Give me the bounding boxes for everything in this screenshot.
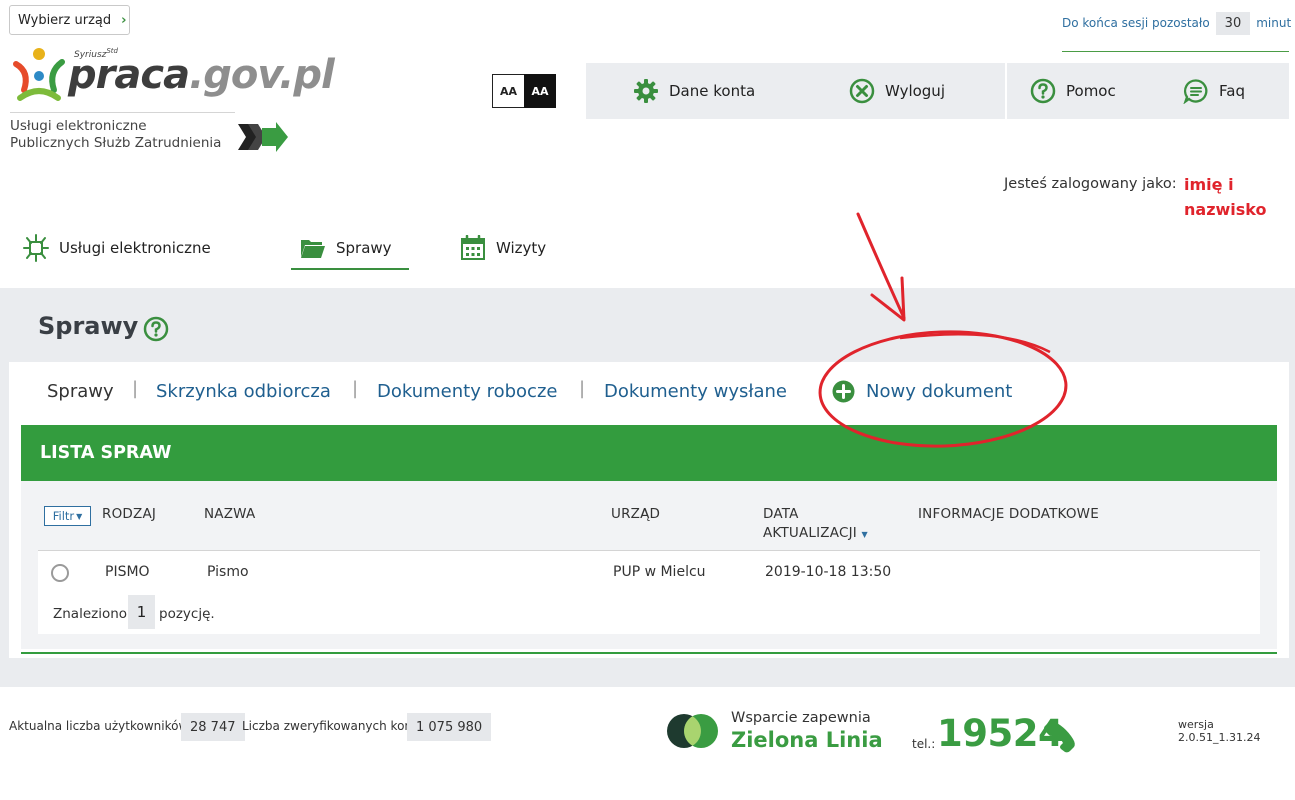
- filter-button[interactable]: Filtr ▼: [44, 506, 91, 526]
- account-menu-separator: [1005, 63, 1007, 119]
- nav-visits-label: Wizyty: [496, 239, 547, 257]
- table-header-divider: [38, 550, 1260, 551]
- logged-in-user-name: imię i nazwisko: [1184, 175, 1267, 219]
- app-version: wersja 2.0.51_1.31.24: [1178, 718, 1261, 744]
- support-label: Wsparcie zapewnia: [731, 710, 871, 726]
- cell-update-date: 2019-10-18 13:50: [765, 564, 892, 580]
- column-header-additional-info[interactable]: INFORMACJE DODATKOWE: [918, 505, 1099, 524]
- panel-bottom-border: [21, 652, 1277, 654]
- subnav-separator: |: [579, 378, 586, 399]
- column-header-office[interactable]: URZĄD: [611, 505, 660, 524]
- select-office-label: Wybierz urząd: [18, 12, 112, 28]
- new-document-label: Nowy dokument: [866, 380, 1013, 402]
- filter-label: Filtr: [52, 509, 75, 523]
- verified-count-value: 1 075 980: [407, 713, 492, 741]
- row-select-radio[interactable]: [51, 564, 69, 582]
- column-header-update-date[interactable]: DATA AKTUALIZACJI ▼: [763, 505, 868, 544]
- cell-name[interactable]: Pismo: [207, 564, 249, 580]
- session-unit: minut: [1256, 16, 1292, 30]
- plus-circle-icon: [832, 380, 855, 402]
- cell-type: PISMO: [105, 564, 150, 580]
- session-minutes: 30: [1215, 11, 1251, 35]
- found-suffix: pozycję.: [159, 606, 215, 622]
- found-count: 1: [128, 595, 155, 629]
- users-count-label: Aktualna liczba użytkowników:: [9, 719, 192, 733]
- help-icon: [1030, 78, 1056, 104]
- contrast-normal-button[interactable]: AA: [492, 74, 525, 108]
- new-document-button[interactable]: Nowy dokument: [832, 378, 1012, 404]
- contrast-high-button[interactable]: AA: [524, 74, 556, 108]
- help-label: Pomoc: [1066, 82, 1116, 100]
- subnav-cases[interactable]: Sprawy: [47, 378, 114, 404]
- cases-list-header: LISTA SPRAW: [21, 425, 1277, 481]
- nav-services-label: Usługi elektroniczne: [59, 239, 211, 257]
- faq-button[interactable]: Faq: [1183, 63, 1245, 119]
- nav-item-cases[interactable]: Sprawy: [300, 232, 392, 264]
- subnav-inbox[interactable]: Skrzynka odbiorcza: [156, 378, 331, 404]
- nav-active-indicator: [291, 268, 409, 270]
- folder-icon: [301, 240, 325, 258]
- sort-desc-icon: ▼: [861, 530, 868, 539]
- services-icon: [23, 234, 49, 262]
- subnav-drafts[interactable]: Dokumenty robocze: [377, 378, 557, 404]
- page-title: Sprawy: [38, 312, 139, 340]
- nav-item-services[interactable]: Usługi elektroniczne: [23, 232, 211, 264]
- cell-office: PUP w Mielcu: [613, 564, 706, 580]
- column-header-name[interactable]: NAZWA: [204, 505, 255, 524]
- nav-cases-label: Sprawy: [336, 239, 392, 257]
- nav-item-visits[interactable]: Wizyty: [460, 232, 546, 264]
- account-settings-label: Dane konta: [669, 82, 756, 100]
- select-office-button[interactable]: Wybierz urząd ›: [9, 5, 130, 35]
- subnav-sent[interactable]: Dokumenty wysłane: [604, 378, 787, 404]
- users-count-value: 28 747: [181, 713, 245, 741]
- help-icon[interactable]: [143, 316, 169, 342]
- logged-in-label: Jesteś zalogowany jako:: [1004, 176, 1177, 192]
- logout-button[interactable]: Wyloguj: [849, 63, 945, 119]
- session-timer: Do końca sesji pozostało 30 minut: [1062, 10, 1291, 36]
- green-line-logo-icon: [667, 714, 718, 748]
- gear-icon: [634, 79, 658, 103]
- logout-label: Wyloguj: [885, 82, 945, 100]
- subnav-separator: |: [132, 378, 139, 399]
- verified-count-label: Liczba zweryfikowanych kont:: [242, 719, 421, 733]
- phone-icon: [1044, 720, 1075, 753]
- account-settings-button[interactable]: Dane konta: [633, 63, 755, 119]
- column-header-type[interactable]: RODZAJ: [102, 505, 156, 524]
- logout-icon: [849, 78, 875, 104]
- subnav-separator: |: [352, 378, 359, 399]
- help-button[interactable]: Pomoc: [1030, 63, 1116, 119]
- session-label: Do końca sesji pozostało: [1062, 16, 1210, 30]
- calendar-icon: [461, 235, 485, 260]
- session-divider: [1062, 51, 1289, 52]
- support-brand: Zielona Linia: [731, 728, 883, 752]
- faq-label: Faq: [1219, 82, 1245, 100]
- chevron-right-icon: ›: [121, 12, 127, 28]
- chat-icon: [1183, 79, 1208, 104]
- tel-label: tel.:: [912, 737, 936, 751]
- found-prefix: Znaleziono: [53, 606, 128, 622]
- logo-wordmark[interactable]: praca.gov.pl: [68, 52, 335, 98]
- caret-down-icon: ▼: [76, 511, 83, 521]
- logo-divider: [10, 112, 235, 113]
- praca-logo-icon[interactable]: [10, 46, 68, 104]
- psz-arrows-icon: [238, 122, 288, 152]
- logo-subtitle: Usługi elektroniczne Publicznych Służb Z…: [10, 118, 222, 151]
